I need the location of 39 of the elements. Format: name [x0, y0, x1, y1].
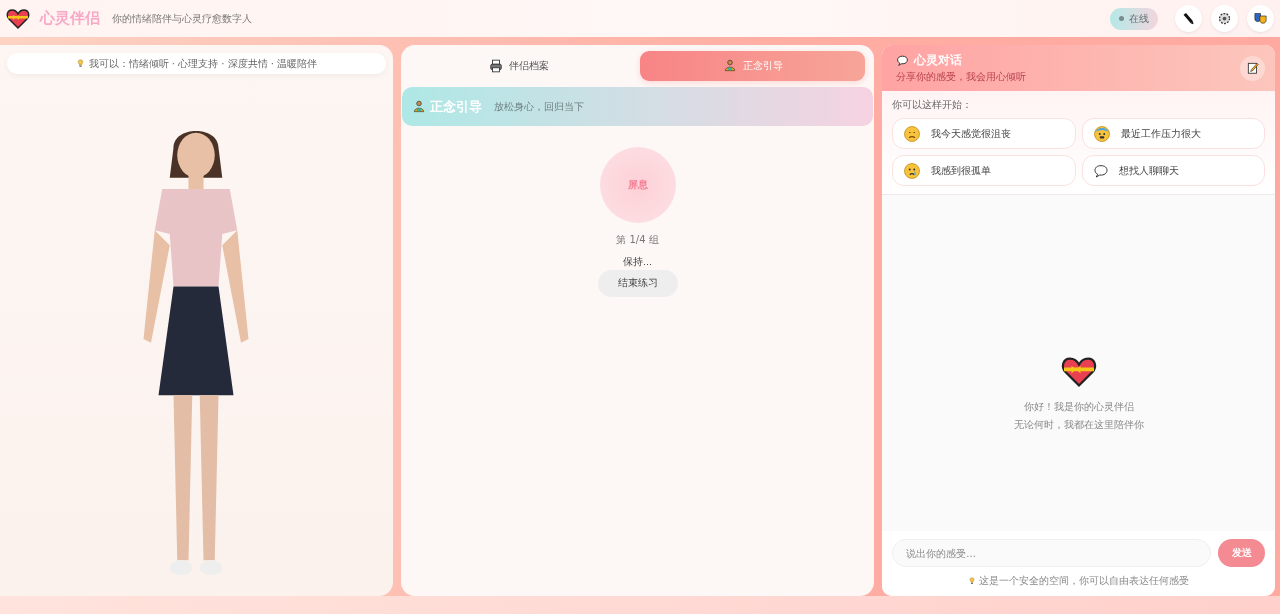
chat-title: 心灵对话	[914, 52, 963, 68]
welcome-title: 你好！我是你的心灵伴侣	[1023, 400, 1134, 414]
safety-note: 这是一个安全的空间，你可以自由表达任何感受	[979, 574, 1190, 588]
app-subtitle: 你的情绪陪伴与心灵疗愈数字人	[112, 11, 252, 26]
capabilities-text: 我可以：情绪倾听 · 心理支持 · 深度共情 · 温暖陪伴	[88, 56, 318, 71]
settings-button[interactable]	[1211, 5, 1238, 32]
end-practice-button[interactable]: 结束练习	[597, 270, 678, 297]
message-input[interactable]: 说出你的感受...	[892, 539, 1211, 567]
round-counter: 第 1/4 组	[616, 233, 659, 247]
suggestion-button[interactable]: 想找人聊聊天	[1081, 155, 1265, 186]
brush-button[interactable]	[1175, 5, 1202, 32]
brush-icon	[1181, 11, 1196, 26]
sad-face-icon	[903, 124, 922, 143]
suggestion-button[interactable]: 我今天感觉很沮丧	[892, 118, 1076, 149]
welcome-subtitle: 无论何时，我都在这里陪伴你	[1013, 418, 1144, 432]
memo-pencil-icon	[1245, 61, 1260, 75]
lightbulb-icon	[968, 577, 977, 585]
settings-icon	[1217, 11, 1232, 26]
prompt-label: 你可以这样开始：	[892, 98, 974, 112]
suggestion-button[interactable]: 最近工作压力很大	[1081, 118, 1265, 149]
breathing-circle: 屏息	[599, 147, 676, 223]
suggestion-button[interactable]: 我感到很孤单	[892, 155, 1076, 186]
section-title: 正念引导	[429, 97, 482, 116]
speech-bubble-icon	[896, 53, 910, 67]
lightbulb-icon	[75, 59, 85, 68]
meditating-person-icon	[411, 99, 426, 114]
heart-logo-icon	[6, 6, 30, 31]
new-note-button[interactable]	[1240, 55, 1265, 81]
meditating-person-icon	[722, 59, 737, 73]
status-badge: 在线	[1110, 7, 1158, 30]
crying-face-icon	[903, 161, 922, 180]
chat-subtitle: 分享你的感受，我会用心倾听	[896, 69, 1028, 84]
anxious-face-icon	[1092, 124, 1111, 143]
instruction-text: 保持...	[623, 256, 653, 269]
section-subtitle: 放松身心，回归当下	[493, 99, 584, 114]
app-title: 心灵伴侣	[40, 9, 100, 28]
tab[interactable]: 伴侣档案	[406, 51, 632, 81]
speech-bubble-icon	[1092, 162, 1109, 179]
printer-icon	[489, 59, 504, 73]
